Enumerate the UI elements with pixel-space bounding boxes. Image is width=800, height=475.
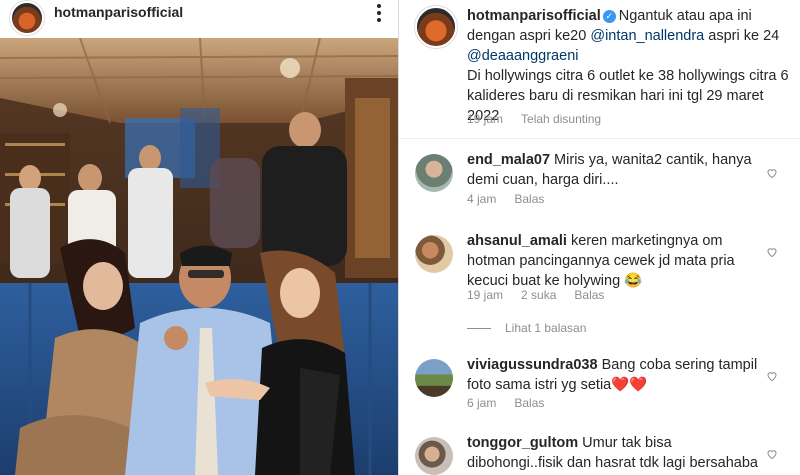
commenter-username[interactable]: ahsanul_amali: [467, 233, 567, 249]
comment-likes[interactable]: 2 suka: [521, 288, 556, 302]
caption-time[interactable]: 19 jam: [467, 112, 503, 126]
replies-divider-line: [467, 328, 491, 330]
more-vertical-icon[interactable]: [376, 3, 382, 23]
caption-block: hotmanparisofficial ✓ Ngantuk atau apa ini…: [399, 0, 800, 139]
comment-text: viviagussundra038 Bang coba sering tampi…: [467, 355, 767, 395]
commenter-username[interactable]: viviagussundra038: [467, 357, 598, 373]
commenter-avatar[interactable]: [415, 235, 453, 273]
reply-button[interactable]: Balas: [574, 288, 604, 302]
caption-author-avatar[interactable]: [415, 6, 457, 48]
verified-badge-icon: ✓: [602, 10, 616, 23]
comment-item: tonggor_gultom Umur tak bisa dibohongi..…: [399, 433, 800, 475]
caption-meta: 19 jam Telah disunting: [467, 112, 619, 126]
caption-username[interactable]: hotmanparisofficial: [467, 8, 601, 24]
comment-time[interactable]: 4 jam: [467, 192, 496, 206]
post-header: hotmanparisofficial: [0, 0, 398, 38]
view-replies-label: Lihat 1 balasan: [505, 321, 587, 335]
caption-text-2: aspri ke 24: [704, 28, 780, 44]
comment-text: end_mala07 Miris ya, wanita2 cantik, han…: [467, 150, 767, 190]
post-photo: [0, 38, 398, 475]
comment-time[interactable]: 6 jam: [467, 396, 496, 410]
reply-button[interactable]: Balas: [514, 192, 544, 206]
like-heart-icon[interactable]: [766, 167, 778, 179]
caption-edited: Telah disunting: [521, 112, 602, 126]
like-heart-icon[interactable]: [766, 370, 778, 382]
comment-meta: 4 jam Balas: [467, 192, 562, 206]
post-photo-illustration: [0, 38, 398, 475]
mention-link[interactable]: @deaaanggraeni: [467, 48, 578, 64]
comments-panel: hotmanparisofficial ✓ Ngantuk atau apa ini…: [399, 0, 800, 475]
commenter-avatar[interactable]: [415, 437, 453, 475]
mention-link[interactable]: @intan_nallendra: [590, 28, 704, 44]
commenter-avatar[interactable]: [415, 359, 453, 397]
reply-button[interactable]: Balas: [514, 396, 544, 410]
post-author-username[interactable]: hotmanparisofficial: [54, 4, 183, 20]
like-heart-icon[interactable]: [766, 448, 778, 460]
comment-text: ahsanul_amali keren marketingnya om hotm…: [467, 231, 767, 291]
comment-time[interactable]: 19 jam: [467, 288, 503, 302]
commenter-username[interactable]: end_mala07: [467, 152, 550, 168]
caption-text: hotmanparisofficial ✓ Ngantuk atau apa ini…: [467, 6, 792, 126]
commenter-avatar[interactable]: [415, 154, 453, 192]
commenter-username[interactable]: tonggor_gultom: [467, 435, 578, 451]
comment-text: tonggor_gultom Umur tak bisa dibohongi..…: [467, 433, 767, 473]
post-panel: hotmanparisofficial: [0, 0, 398, 475]
comment-meta: 19 jam 2 suka Balas: [467, 288, 622, 302]
view-replies-button[interactable]: Lihat 1 balasan: [467, 321, 586, 335]
comment-meta: 6 jam Balas: [467, 396, 562, 410]
post-author-avatar[interactable]: [10, 1, 44, 35]
like-heart-icon[interactable]: [766, 246, 778, 258]
